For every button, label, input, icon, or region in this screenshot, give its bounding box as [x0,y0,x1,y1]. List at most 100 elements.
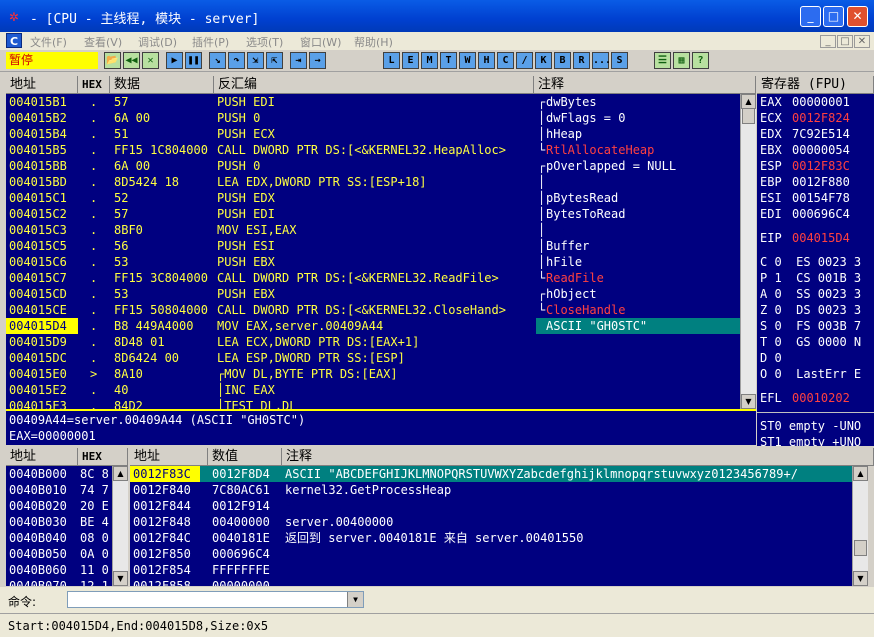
flag-row[interactable]: T 0 GS 0000 N [760,334,861,350]
open-icon[interactable]: 📂 [104,52,121,69]
disasm-header-comment[interactable]: 注释 [534,76,756,94]
stack-header-address[interactable]: 地址 [130,448,208,466]
stack-row[interactable]: 0012F848 00400000 server.00400000 [130,514,852,530]
toolbar-letter-button[interactable]: L [383,52,400,69]
menu-file[interactable]: 文件(F) [30,34,67,50]
stack-header-value[interactable]: 数值 [208,448,282,466]
cpu-window-icon[interactable]: C [6,33,22,48]
mdi-close-button[interactable]: ✕ [854,35,870,48]
eip-value[interactable]: 004015D4 [792,230,850,246]
disasm-row[interactable]: 004015E2. 40 │INC EAX [6,382,740,398]
toolbar-letter-button[interactable]: B [554,52,571,69]
close-program-icon[interactable]: ✕ [142,52,159,69]
register-value[interactable]: 00154F78 [792,190,850,206]
disasm-row[interactable]: 004015DC. 8D6424 00 LEA ESP,DWORD PTR SS:[… [6,350,740,366]
command-input[interactable]: ▼ [67,591,364,608]
register-value[interactable]: 00000001 [792,94,850,110]
disasm-row[interactable]: 004015BB. 6A 00 PUSH 0 ┌ pOverlapped = NULL [6,158,740,174]
flag-row[interactable]: S 0 FS 003B 7 [760,318,861,334]
registers-pane[interactable]: EAX 00000001 ECX 0012F824 EDX 7C92E514 EBX 0000… [757,94,874,446]
rewind-icon[interactable]: ◀◀ [123,52,140,69]
toolbar-letter-button[interactable]: M [421,52,438,69]
close-button[interactable]: ✕ [847,6,868,27]
stack-row[interactable]: 0012F850 000696C4 [130,546,852,562]
dump-row[interactable]: 0040B070 12 1 [6,578,112,586]
scroll-thumb[interactable] [742,108,755,124]
register-value[interactable]: 0012F824 [792,110,850,126]
flag-row[interactable]: O 0 LastErr E [760,366,861,382]
dump-row[interactable]: 0040B060 11 0 [6,562,112,578]
menu-options[interactable]: 选项(T) [246,34,283,50]
efl-value[interactable]: 00010202 [792,390,850,406]
app-icon[interactable]: ✲ [5,7,23,25]
stack-scrollbar[interactable]: ▲ ▼ [852,466,868,586]
flag-row[interactable]: Z 0 DS 0023 3 [760,302,861,318]
disasm-header-address[interactable]: 地址 [6,76,78,94]
register-value[interactable]: 000696C4 [792,206,850,222]
disasm-row[interactable]: 004015BD. 8D5424 18 LEA EDX,DWORD PTR SS:[… [6,174,740,190]
disasm-row[interactable]: 004015D9. 8D48 01 LEA ECX,DWORD PTR DS:[EA… [6,334,740,350]
stack-header-comment[interactable]: 注释 [282,448,874,466]
toolbar-letter-button[interactable]: K [535,52,552,69]
trace-over-icon[interactable]: ⇱ [266,52,283,69]
disasm-row[interactable]: 004015C1. 52 PUSH EDX │ pBytesRead [6,190,740,206]
toolbar-letter-button[interactable]: S [611,52,628,69]
disasm-row[interactable]: 004015CD. 53 PUSH EBX ┌ hObject [6,286,740,302]
flag-row[interactable]: D 0 [760,350,782,366]
stack-row[interactable]: 0012F83C 0012F8D4 ASCII "ABCDEFGHIJKLMNOPQ… [130,466,852,482]
disasm-row[interactable]: 004015CE. FF15 50804000 CALL DWORD PTR DS:… [6,302,740,318]
toolbar-letter-button[interactable]: T [440,52,457,69]
toolbar-letter-button[interactable]: C [497,52,514,69]
disasm-row[interactable]: 004015B5. FF15 1C804000 CALL DWORD PTR DS:… [6,142,740,158]
mdi-restore-button[interactable]: □ [837,35,853,48]
menu-view[interactable]: 查看(V) [84,34,122,50]
dump-row[interactable]: 0040B050 0A 0 [6,546,112,562]
stack-scroll-thumb[interactable] [854,540,867,556]
disasm-row[interactable]: 004015C2. 57 PUSH EDI │ BytesToRead [6,206,740,222]
disasm-row[interactable]: 004015C3. 8BF0 MOV ESI,EAX │ [6,222,740,238]
menu-plugins[interactable]: 插件(P) [192,34,229,50]
menu-debug[interactable]: 调试(D) [138,34,177,50]
options-icon[interactable]: ▦ [673,52,690,69]
disasm-header-data[interactable]: 数据 [110,76,214,94]
execute-till-return-icon[interactable]: ⇥ [290,52,307,69]
fpu-row[interactable]: ST0 empty -UNO [760,418,861,434]
scroll-down-arrow-icon[interactable]: ▼ [741,394,756,409]
disasm-row[interactable]: 004015C6. 53 PUSH EBX │ hFile [6,254,740,270]
disasm-header-hex[interactable]: HEX [78,76,110,94]
dump-scroll-down-icon[interactable]: ▼ [113,571,128,586]
register-value[interactable]: 0012F83C [792,158,850,174]
register-value[interactable]: 7C92E514 [792,126,850,142]
disasm-scrollbar[interactable]: ▲ ▼ [740,94,756,409]
dump-row[interactable]: 0040B020 20 E [6,498,112,514]
stack-row[interactable]: 0012F844 0012F914 [130,498,852,514]
disasm-row[interactable]: 004015B1. 57 PUSH EDI ┌ dwBytes [6,94,740,110]
registers-header[interactable]: 寄存器 (FPU) [757,76,874,94]
register-value[interactable]: 00000054 [792,142,850,158]
toolbar-letter-button[interactable]: W [459,52,476,69]
stack-row[interactable]: 0012F854 FFFFFFFE [130,562,852,578]
dump-pane[interactable]: 0040B000 8C 8 0040B010 74 7 0040B020 20 E 0040… [6,466,112,586]
dump-row[interactable]: 0040B040 08 0 [6,530,112,546]
stack-row[interactable]: 0012F840 7C80AC61 kernel32.GetProcessHeap [130,482,852,498]
disasm-row[interactable]: 004015E3. 84D2 │TEST DL,DL [6,398,740,409]
stack-scroll-down-icon[interactable]: ▼ [853,571,868,586]
title-bar[interactable]: ✲ - [CPU - 主线程, 模块 - server] _ □ ✕ [0,0,874,32]
toolbar-letter-button[interactable]: / [516,52,533,69]
help-icon[interactable]: ? [692,52,709,69]
toolbar-letter-button[interactable]: H [478,52,495,69]
maximize-button[interactable]: □ [823,6,844,27]
disasm-row[interactable]: 004015C5. 56 PUSH ESI │ Buffer [6,238,740,254]
dump-header-address[interactable]: 地址 [6,448,78,466]
dump-header-hex[interactable]: HEX [78,448,128,466]
pause-icon[interactable]: ❚❚ [185,52,202,69]
stack-row[interactable]: 0012F84C 0040181E 返回到 server.0040181E 来自 s… [130,530,852,546]
fpu-row[interactable]: ST1 empty +UNO [760,434,861,446]
flag-row[interactable]: P 1 CS 001B 3 [760,270,861,286]
disasm-row[interactable]: 004015B2. 6A 00 PUSH 0 │ dwFlags = 0 [6,110,740,126]
dump-row[interactable]: 0040B000 8C 8 [6,466,112,482]
menu-window[interactable]: 窗口(W) [300,34,341,50]
toolbar-letter-button[interactable]: ... [592,52,611,69]
goto-icon[interactable]: → [309,52,326,69]
dump-row[interactable]: 0040B030 BE 4 [6,514,112,530]
